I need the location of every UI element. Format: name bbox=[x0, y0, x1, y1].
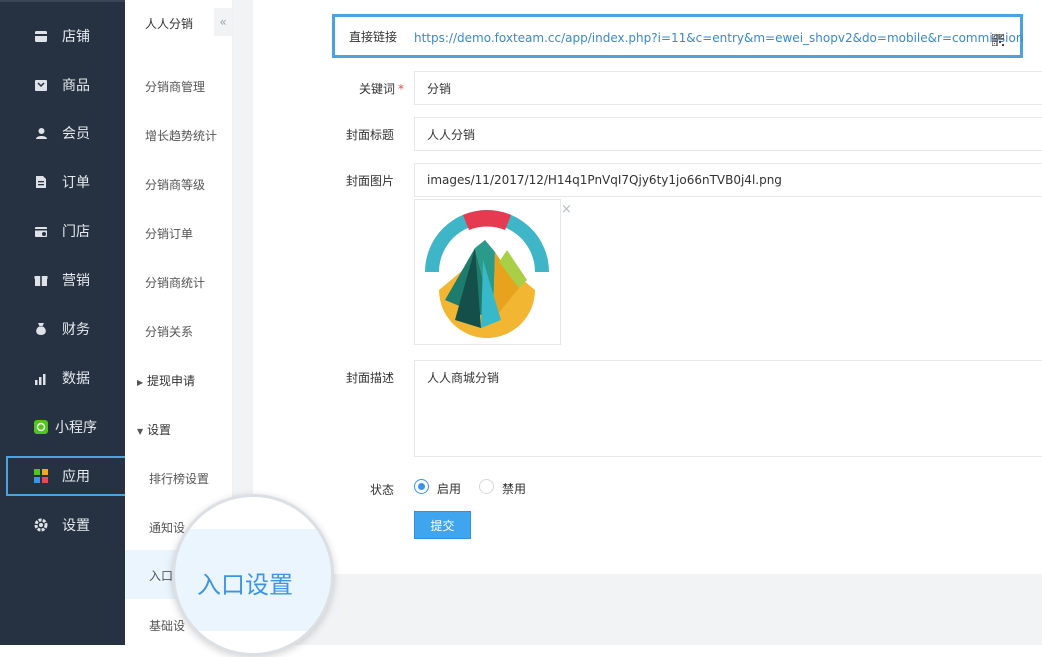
gear-icon bbox=[34, 518, 48, 532]
miniprogram-icon bbox=[34, 420, 48, 434]
page-bottom-strip bbox=[0, 645, 1042, 657]
sidebar-item-label: 应用 bbox=[62, 469, 90, 485]
subnav-item-distributor-stats[interactable]: 分销商统计 bbox=[145, 274, 205, 291]
qrcode-icon[interactable] bbox=[991, 31, 1005, 47]
app-root: 店铺 商品 会员 订单 门店 营销 财务 数据 小程序 应用 设置 人人分销 分… bbox=[0, 0, 1042, 657]
sidebar-item-goods[interactable]: 商品 bbox=[0, 65, 125, 105]
required-mark: * bbox=[398, 82, 404, 96]
sidebar-top-strip bbox=[0, 0, 125, 2]
gift-icon bbox=[34, 273, 48, 287]
store-icon bbox=[34, 29, 48, 43]
sidebar-item-label: 商品 bbox=[62, 78, 90, 94]
cover-image-preview bbox=[414, 199, 561, 345]
subnav-group-label: 设置 bbox=[147, 423, 172, 437]
subnav-item-distributor-level[interactable]: 分销商等级 bbox=[145, 176, 205, 193]
sidebar-item-marketing[interactable]: 营销 bbox=[0, 260, 125, 300]
member-icon bbox=[34, 126, 48, 140]
submit-button[interactable]: 提交 bbox=[414, 511, 471, 539]
status-disabled-radio[interactable] bbox=[479, 479, 494, 494]
keyword-label: 关键词 * bbox=[340, 80, 404, 97]
apps-icon bbox=[34, 469, 48, 483]
keyword-label-text: 关键词 bbox=[358, 82, 395, 96]
remove-image-button[interactable]: × bbox=[561, 202, 572, 217]
collapse-sidebar-button[interactable]: « bbox=[214, 8, 232, 36]
chart-icon bbox=[34, 371, 48, 385]
status-enabled-label[interactable]: 启用 bbox=[437, 480, 461, 497]
sidebar-item-order[interactable]: 订单 bbox=[0, 162, 125, 202]
subnav-item-relations[interactable]: 分销关系 bbox=[145, 323, 193, 340]
magnifier-bottom bbox=[175, 631, 331, 653]
main-sidebar: 店铺 商品 会员 订单 门店 营销 财务 数据 小程序 应用 设置 bbox=[0, 0, 131, 645]
direct-link-row: 直接链接 https://demo.foxteam.cc/app/index.p… bbox=[332, 14, 1023, 58]
sidebar-item-finance[interactable]: 财务 bbox=[0, 309, 125, 349]
subnav-title: 人人分销 bbox=[145, 17, 194, 31]
sidebar-item-label: 订单 bbox=[62, 175, 90, 191]
sidebar-item-label: 会员 bbox=[62, 126, 90, 142]
sidebar-item-settings[interactable]: 设置 bbox=[0, 505, 125, 545]
order-icon bbox=[34, 175, 48, 189]
status-label: 状态 bbox=[369, 483, 394, 497]
keyword-input[interactable]: 分销 bbox=[414, 71, 1042, 105]
subnav-group-settings[interactable]: ▼ 设置 bbox=[137, 421, 171, 438]
content-footer-area bbox=[253, 574, 1042, 645]
direct-link-url[interactable]: https://demo.foxteam.cc/app/index.php?i=… bbox=[414, 31, 1023, 45]
sidebar-item-miniprogram[interactable]: 小程序 bbox=[0, 407, 125, 447]
cover-title-label: 封面标题 bbox=[345, 128, 394, 142]
sidebar-item-store[interactable]: 店铺 bbox=[0, 16, 125, 56]
status-enabled-radio[interactable] bbox=[414, 479, 429, 494]
cover-title-input[interactable]: 人人分销 bbox=[414, 117, 1042, 151]
cover-image-label: 封面图片 bbox=[345, 174, 394, 188]
cover-desc-label: 封面描述 bbox=[345, 371, 394, 385]
sidebar-item-label: 小程序 bbox=[55, 420, 97, 436]
sidebar-item-label: 门店 bbox=[62, 224, 90, 240]
cover-image-logo bbox=[425, 210, 549, 338]
caret-down-icon: ▼ bbox=[137, 427, 144, 436]
sidebar-item-label: 营销 bbox=[62, 273, 90, 289]
cover-desc-textarea[interactable]: 人人商城分销 bbox=[414, 360, 1042, 457]
magnifier-text: 入口设置 bbox=[197, 571, 293, 599]
sidebar-item-label: 店铺 bbox=[62, 29, 90, 45]
status-disabled-label[interactable]: 禁用 bbox=[502, 480, 526, 497]
direct-link-label: 直接链接 bbox=[349, 30, 398, 44]
sidebar-item-label: 财务 bbox=[62, 322, 90, 338]
sidebar-item-data[interactable]: 数据 bbox=[0, 358, 125, 398]
caret-right-icon: ▶ bbox=[137, 378, 144, 387]
subnav-item-growth-stats[interactable]: 增长趋势统计 bbox=[145, 127, 217, 144]
money-bag-icon bbox=[34, 322, 48, 336]
sidebar-item-label: 数据 bbox=[62, 371, 90, 387]
cover-image-input[interactable]: images/11/2017/12/H14q1PnVqI7Qjy6ty1jo66… bbox=[414, 163, 1042, 197]
magnifier-top bbox=[175, 497, 331, 529]
subnav-item-ranking-settings[interactable]: 排行榜设置 bbox=[149, 470, 209, 487]
sidebar-item-label: 设置 bbox=[62, 518, 90, 534]
sidebar-item-shop[interactable]: 门店 bbox=[0, 211, 125, 251]
shop-icon bbox=[34, 224, 48, 238]
sidebar-item-member[interactable]: 会员 bbox=[0, 113, 125, 153]
subnav-group-label: 提现申请 bbox=[147, 374, 196, 388]
goods-icon bbox=[34, 78, 48, 92]
subnav-item-distributor-manage[interactable]: 分销商管理 bbox=[145, 78, 205, 95]
subnav-group-withdraw[interactable]: ▶ 提现申请 bbox=[137, 372, 195, 389]
sidebar-item-apps[interactable]: 应用 bbox=[6, 456, 131, 496]
magnifier-callout: 入口设置 bbox=[172, 494, 334, 656]
subnav-item-entry-settings[interactable]: 入口 bbox=[149, 567, 173, 584]
subnav-item-distribution-orders[interactable]: 分销订单 bbox=[145, 225, 193, 242]
